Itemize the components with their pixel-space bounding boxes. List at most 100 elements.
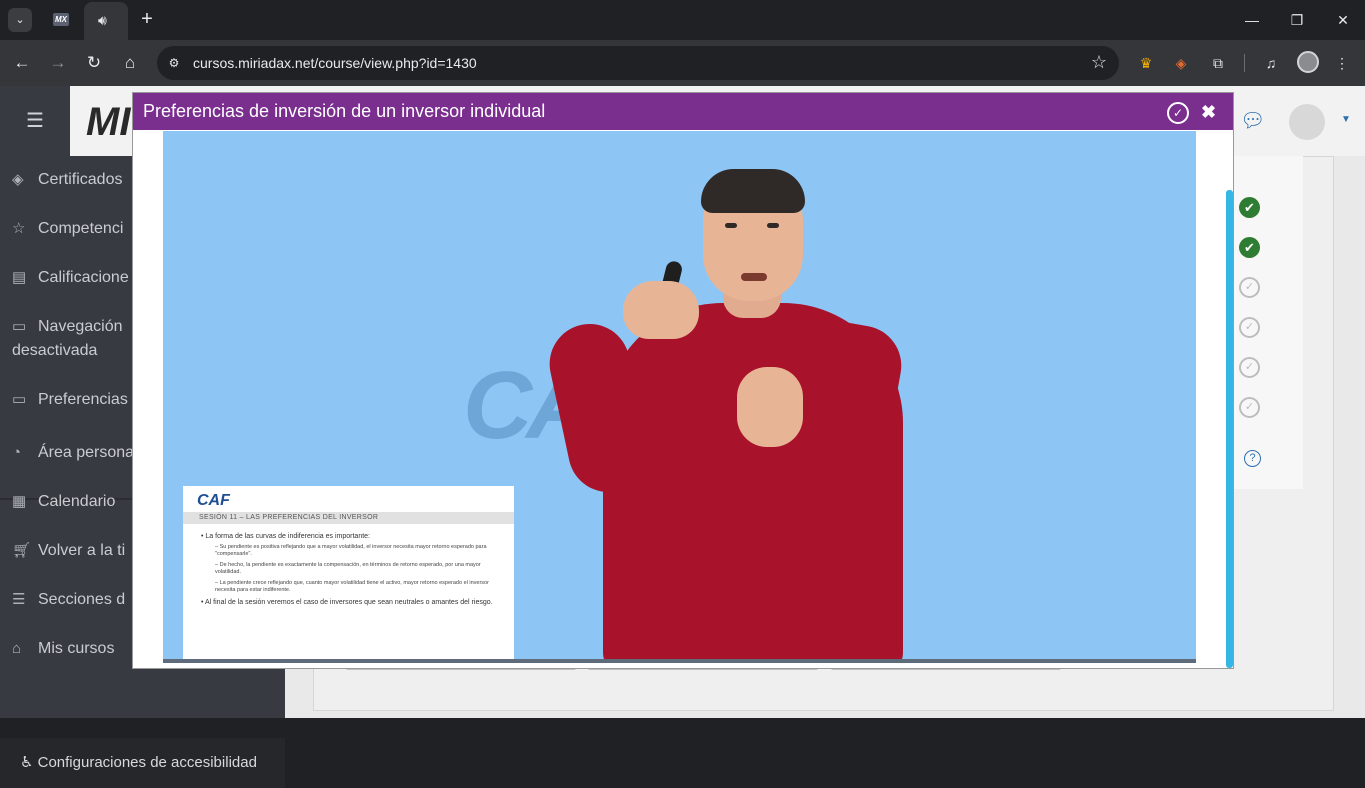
- address-bar[interactable]: ⚙ cursos.miriadax.net/course/view.php?id…: [157, 46, 1119, 80]
- presenter-eye: [725, 223, 737, 228]
- cart-icon: 🛒︎: [12, 542, 32, 559]
- browser-toolbar: ← → ↻ ⌂ ⚙ cursos.miriadax.net/course/vie…: [0, 40, 1365, 86]
- slide-subbullet-text: La pendiente crece reflejando que, cuant…: [215, 580, 489, 593]
- graduation-cap-icon: ⌂: [12, 640, 22, 657]
- url-text[interactable]: cursos.miriadax.net/course/view.php?id=1…: [193, 55, 477, 71]
- layers-icon: ◈: [12, 171, 24, 188]
- close-icon[interactable]: ✖: [1201, 102, 1216, 123]
- presenter-torso: [603, 303, 903, 663]
- new-tab-plus-icon[interactable]: +: [136, 8, 158, 30]
- sidebar-item-label: Calificacione: [38, 269, 129, 286]
- video-progress-bar[interactable]: [163, 659, 1196, 663]
- video-modal: Preferencias de inversión de un inversor…: [133, 93, 1233, 668]
- forward-arrow-icon[interactable]: →: [46, 51, 70, 75]
- slide-bullet: • Al final de la sesión veremos el caso …: [201, 599, 493, 606]
- presenter-mouth: [741, 273, 767, 281]
- presenter-eye: [767, 223, 779, 228]
- slide-body: • La forma de las curvas de indiferencia…: [201, 532, 501, 610]
- slide-subbullet-text: De hecho, la pendiente es exactamente la…: [215, 562, 481, 575]
- site-logo[interactable]: MI: [86, 100, 130, 145]
- sidebar-item-label: Navegación: [38, 318, 123, 335]
- accessibility-settings-button[interactable]: ♿︎ Configuraciones de accesibilidad: [0, 738, 285, 788]
- cap-extension-icon[interactable]: ◈: [1170, 52, 1192, 74]
- restore-icon[interactable]: ❐: [1282, 8, 1312, 32]
- minimize-icon[interactable]: —: [1237, 8, 1267, 32]
- sidebar-item-calendario[interactable]: ▦ Calendario: [12, 490, 115, 514]
- calendar-icon: ▦: [12, 493, 27, 510]
- sidebar-item-area-personal[interactable]: ◔ Área persona: [12, 441, 134, 465]
- dashboard-icon: ◔: [12, 444, 22, 461]
- modal-header: Preferencias de inversión de un inversor…: [133, 93, 1233, 130]
- slide-heading: SESIÓN 11 – LAS PREFERENCIAS DEL INVERSO…: [199, 514, 379, 521]
- help-question-icon[interactable]: ?: [1244, 450, 1261, 467]
- video-player[interactable]: CAF CAF SESIÓN 11 – LAS PREFERENCIAS DEL…: [163, 131, 1196, 663]
- accessibility-icon: ♿︎: [20, 754, 38, 771]
- sidebar-item-label: Competenci: [38, 220, 124, 237]
- browser-tab-active[interactable]: 🔊︎: [84, 2, 128, 40]
- sidebar-item-label-line2: desactivada: [12, 342, 98, 359]
- hamburger-menu-icon[interactable]: ☰: [0, 86, 70, 156]
- user-avatar[interactable]: [1289, 104, 1325, 140]
- folder-icon: ▭: [12, 318, 27, 335]
- sidebar-item-volver-tienda[interactable]: 🛒︎ Volver a la ti: [12, 539, 125, 563]
- toolbar-separator: [1244, 54, 1245, 72]
- sidebar-item-label: Mis cursos: [38, 640, 115, 657]
- menu-kebab-icon[interactable]: ⋮: [1331, 52, 1353, 74]
- sidebar-item-label: Secciones d: [38, 591, 126, 608]
- presenter: [542, 169, 913, 663]
- tab-search-chevron-icon[interactable]: ⌄: [8, 8, 32, 32]
- star-icon: ☆: [12, 220, 26, 237]
- slide-overlay: CAF SESIÓN 11 – LAS PREFERENCIAS DEL INV…: [183, 486, 514, 663]
- slide-logo: CAF: [197, 492, 230, 509]
- presenter-hair: [701, 169, 805, 213]
- gradebook-icon: ▤: [12, 269, 27, 286]
- incomplete-check-icon[interactable]: ✓: [1239, 277, 1260, 298]
- slide-bullet-text: La forma de las curvas de indiferencia e…: [205, 533, 370, 540]
- sidebar-item-calificaciones[interactable]: ▤ Calificacione: [12, 266, 129, 290]
- slide-subbullet: – Su pendiente es positiva reflejando qu…: [215, 544, 487, 557]
- sidebar-item-label: Calendario: [38, 493, 116, 510]
- slide-subbullet-text: Su pendiente es positiva reflejando que …: [215, 544, 487, 557]
- extensions-puzzle-icon[interactable]: ⧉: [1207, 52, 1229, 74]
- modal-scrollbar[interactable]: [1226, 190, 1233, 668]
- close-window-icon[interactable]: ✕: [1328, 8, 1358, 32]
- speaker-icon[interactable]: 🔊︎: [98, 12, 107, 29]
- slide-subbullet: – La pendiente crece reflejando que, cua…: [215, 580, 489, 593]
- mark-complete-check-icon[interactable]: ✓: [1167, 102, 1189, 124]
- incomplete-check-icon[interactable]: ✓: [1239, 397, 1260, 418]
- messages-icon[interactable]: 💬︎: [1240, 108, 1265, 133]
- slide-subbullet: – De hecho, la pendiente es exactamente …: [215, 562, 481, 575]
- completed-check-icon[interactable]: ✔: [1239, 237, 1260, 258]
- slide-bullet-text: Al final de la sesión veremos el caso de…: [205, 599, 493, 606]
- slide-bullet: • La forma de las curvas de indiferencia…: [201, 533, 370, 540]
- folder-icon: ▭: [12, 391, 27, 408]
- browser-tabstrip: ⌄ MX 🔊︎ + — ❐ ✕: [0, 0, 1365, 40]
- sidebar-item-navegacion[interactable]: ▭ Navegación desactivada: [12, 315, 123, 363]
- sidebar-item-secciones[interactable]: ☰ Secciones d: [12, 588, 125, 612]
- site-settings-icon[interactable]: ⚙: [165, 54, 183, 72]
- profile-avatar[interactable]: [1297, 51, 1319, 73]
- sidebar-item-label: Certificados: [38, 171, 123, 188]
- browser-tab[interactable]: MX: [40, 6, 80, 34]
- modal-title: Preferencias de inversión de un inversor…: [143, 101, 546, 121]
- sidebar-item-competencias[interactable]: ☆ Competenci: [12, 217, 123, 241]
- presenter-hand: [737, 367, 803, 447]
- sidebar-item-label: Preferencias: [38, 391, 128, 408]
- media-control-icon[interactable]: ♫: [1260, 52, 1282, 74]
- completed-check-icon[interactable]: ✔: [1239, 197, 1260, 218]
- presenter-hand: [623, 281, 699, 339]
- reload-icon[interactable]: ↻: [82, 51, 106, 75]
- back-arrow-icon[interactable]: ←: [10, 51, 34, 75]
- home-icon[interactable]: ⌂: [118, 51, 142, 75]
- caret-down-icon[interactable]: ▼: [1341, 114, 1351, 125]
- sidebar-item-label: Área persona: [38, 444, 135, 461]
- tab-favicon: MX: [53, 13, 69, 26]
- sidebar-item-certificados[interactable]: ◈ Certificados: [12, 168, 122, 192]
- bookmark-star-icon[interactable]: ☆: [1091, 52, 1107, 73]
- crown-extension-icon[interactable]: ♛: [1135, 52, 1157, 74]
- sidebar-item-label: Volver a la ti: [38, 542, 126, 559]
- incomplete-check-icon[interactable]: ✓: [1239, 317, 1260, 338]
- incomplete-check-icon[interactable]: ✓: [1239, 357, 1260, 378]
- sidebar-item-mis-cursos[interactable]: ⌂ Mis cursos: [12, 637, 114, 661]
- sidebar-item-preferencias[interactable]: ▭ Preferencias: [12, 388, 128, 412]
